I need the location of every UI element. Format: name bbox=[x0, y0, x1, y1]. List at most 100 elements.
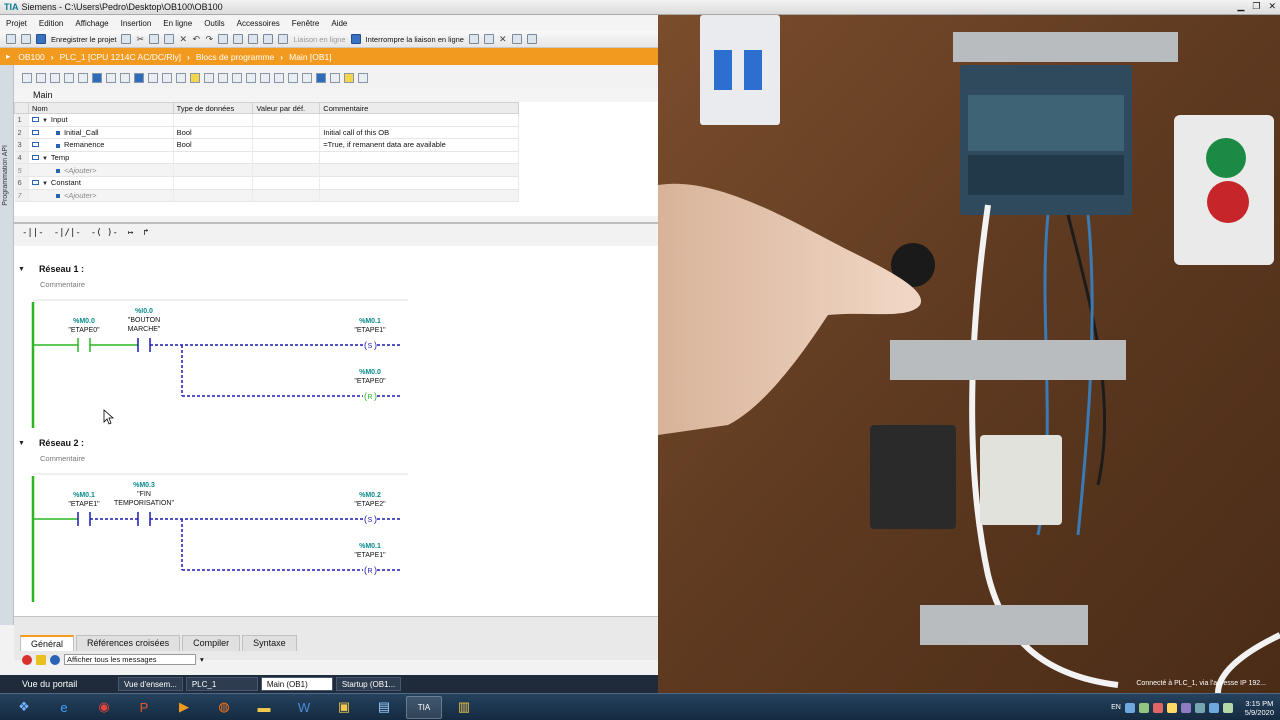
delete-icon[interactable]: ✕ bbox=[179, 34, 187, 44]
tray-app-icon[interactable] bbox=[1194, 702, 1205, 713]
collapse-triangle-icon[interactable]: ▼ bbox=[42, 181, 48, 187]
favorites-icon[interactable] bbox=[134, 73, 144, 83]
word-icon[interactable]: W bbox=[286, 696, 322, 719]
table-row[interactable]: 6 ▼ Constant bbox=[14, 176, 519, 190]
go-online-icon[interactable] bbox=[278, 34, 289, 44]
breadcrumb-block[interactable]: Main [OB1] bbox=[289, 52, 332, 62]
col-datatype[interactable]: Type de données bbox=[172, 102, 254, 114]
insert-network-icon[interactable] bbox=[22, 73, 32, 83]
col-default[interactable]: Valeur par déf. bbox=[252, 102, 321, 114]
language-indicator[interactable]: EN bbox=[1111, 704, 1121, 711]
open-project-icon[interactable] bbox=[21, 34, 31, 44]
no-contact-icon[interactable]: -||- bbox=[22, 228, 44, 238]
col-name[interactable]: Nom bbox=[27, 102, 174, 114]
file-explorer-icon[interactable]: ▬ bbox=[246, 696, 282, 719]
accessible-devices-icon[interactable] bbox=[468, 34, 479, 44]
update-calls-icon[interactable] bbox=[246, 73, 256, 83]
simulation-icon[interactable] bbox=[263, 34, 274, 44]
previous-error-icon[interactable] bbox=[218, 73, 228, 83]
add-placeholder[interactable]: <Ajouter> bbox=[64, 191, 97, 200]
screen-capture-icon[interactable]: ▤ bbox=[366, 696, 402, 719]
volume-icon[interactable] bbox=[1222, 702, 1233, 713]
param-comment[interactable]: =True, if remanent data are available bbox=[319, 138, 519, 152]
collapse-triangle-icon[interactable]: ▼ bbox=[18, 440, 25, 447]
monitoring-icon[interactable] bbox=[190, 73, 200, 83]
editor-tab-overview[interactable]: Vue d'ensem... bbox=[118, 677, 183, 691]
restore-icon[interactable]: ❐ bbox=[1252, 1, 1260, 12]
network-comment[interactable]: Commentaire bbox=[40, 280, 85, 289]
print-icon[interactable] bbox=[121, 34, 132, 44]
go-online-button[interactable]: Liaison en ligne bbox=[293, 35, 345, 44]
download-icon[interactable] bbox=[233, 34, 244, 44]
zoom-out-icon[interactable] bbox=[274, 73, 284, 83]
menu-edition[interactable]: Edition bbox=[39, 19, 63, 28]
bluetooth-icon[interactable] bbox=[1208, 702, 1219, 713]
network-1-header[interactable]: ▼ Réseau 1 : bbox=[14, 262, 84, 276]
monitor-all-icon[interactable] bbox=[316, 73, 326, 83]
expand-all-icon[interactable] bbox=[106, 73, 116, 83]
tray-app-icon[interactable] bbox=[1166, 702, 1177, 713]
table-row[interactable]: 3 Remanence Bool =True, if remanent data… bbox=[14, 138, 519, 152]
breadcrumb-plc[interactable]: PLC_1 [CPU 1214C AC/DC/Rly] bbox=[60, 52, 181, 62]
set-coil-etape1[interactable]: %M0.1 "ETAPE1" ( S ) bbox=[354, 318, 386, 350]
coil-icon[interactable]: -( )- bbox=[91, 228, 118, 238]
upload-icon[interactable] bbox=[248, 34, 259, 44]
network-comments-icon[interactable] bbox=[162, 73, 172, 83]
editor-tab-startup[interactable]: Startup (OB1... bbox=[335, 677, 402, 691]
redo-icon[interactable]: ↷ bbox=[205, 34, 213, 44]
indent-icon[interactable] bbox=[288, 73, 298, 83]
menu-fenetre[interactable]: Fenêtre bbox=[292, 19, 320, 28]
tray-app-icon[interactable] bbox=[1138, 702, 1149, 713]
tray-app-icon[interactable] bbox=[1180, 702, 1191, 713]
delete-network-icon[interactable] bbox=[50, 73, 60, 83]
outdent-icon[interactable] bbox=[302, 73, 312, 83]
undo-icon[interactable]: ↶ bbox=[192, 34, 200, 44]
param-type[interactable]: Bool bbox=[173, 126, 254, 140]
collapse-triangle-icon[interactable]: ▼ bbox=[42, 118, 48, 124]
snapshot-icon[interactable] bbox=[330, 73, 340, 83]
tab-syntax[interactable]: Syntaxe bbox=[242, 635, 297, 651]
info-filter-icon[interactable] bbox=[50, 654, 60, 665]
new-project-icon[interactable] bbox=[6, 34, 16, 44]
side-tab-plc-programming[interactable]: Programmation API bbox=[0, 65, 14, 625]
plcsim-icon[interactable]: ▥ bbox=[446, 696, 482, 719]
close-editor-icon[interactable]: ✕ bbox=[499, 34, 507, 44]
save-project-button[interactable]: Enregistrer le projet bbox=[51, 35, 116, 44]
zoom-in-icon[interactable] bbox=[260, 73, 270, 83]
close-branch-icon[interactable]: ↱ bbox=[143, 228, 148, 238]
tab-compile[interactable]: Compiler bbox=[182, 635, 241, 651]
cut-icon[interactable]: ✂ bbox=[136, 34, 144, 44]
menu-outils[interactable]: Outils bbox=[204, 19, 224, 28]
operand-display-icon[interactable] bbox=[148, 73, 158, 83]
start-button[interactable]: ❖ bbox=[6, 696, 42, 719]
contact-etape1[interactable]: %M0.1 "ETAPE1" bbox=[68, 492, 100, 526]
table-row[interactable]: 5 <Ajouter> bbox=[14, 163, 519, 177]
cross-reference-icon[interactable] bbox=[483, 34, 494, 44]
clock[interactable]: 3:15 PM 5/9/2020 bbox=[1245, 699, 1274, 717]
insert-row-icon[interactable] bbox=[36, 73, 46, 83]
split-editor-icon[interactable] bbox=[511, 34, 522, 44]
table-row[interactable]: 4 ▼ Temp bbox=[14, 151, 519, 165]
nc-contact-icon[interactable]: -|/|- bbox=[54, 228, 81, 238]
portal-view-button[interactable]: Vue du portail bbox=[0, 679, 118, 689]
tab-cross-references[interactable]: Références croisées bbox=[76, 635, 181, 651]
chevron-down-icon[interactable]: ▾ bbox=[200, 655, 204, 664]
menu-insertion[interactable]: Insertion bbox=[121, 19, 152, 28]
menu-projet[interactable]: Projet bbox=[6, 19, 27, 28]
message-filter-select[interactable]: Afficher tous les messages bbox=[64, 654, 196, 665]
table-row[interactable]: 2 Initial_Call Bool Initial call of this… bbox=[14, 126, 519, 140]
go-to-error-icon[interactable] bbox=[204, 73, 214, 83]
insert-network-after-icon[interactable] bbox=[64, 73, 74, 83]
editor-tab-main[interactable]: Main (OB1) bbox=[260, 677, 333, 691]
contact-etape0[interactable]: %M0.0 "ETAPE0" bbox=[68, 318, 100, 352]
param-type[interactable]: Bool bbox=[173, 138, 254, 152]
go-offline-icon[interactable] bbox=[350, 34, 361, 44]
collapse-all-icon[interactable] bbox=[120, 73, 130, 83]
save-icon[interactable] bbox=[36, 34, 46, 44]
tray-app-icon[interactable] bbox=[1152, 702, 1163, 713]
compile-icon[interactable] bbox=[218, 34, 229, 44]
chrome-icon[interactable]: ◉ bbox=[86, 696, 122, 719]
show-tags-icon[interactable] bbox=[176, 73, 186, 83]
powerpoint-icon[interactable]: P bbox=[126, 696, 162, 719]
close-icon[interactable]: ✕ bbox=[1268, 1, 1276, 12]
